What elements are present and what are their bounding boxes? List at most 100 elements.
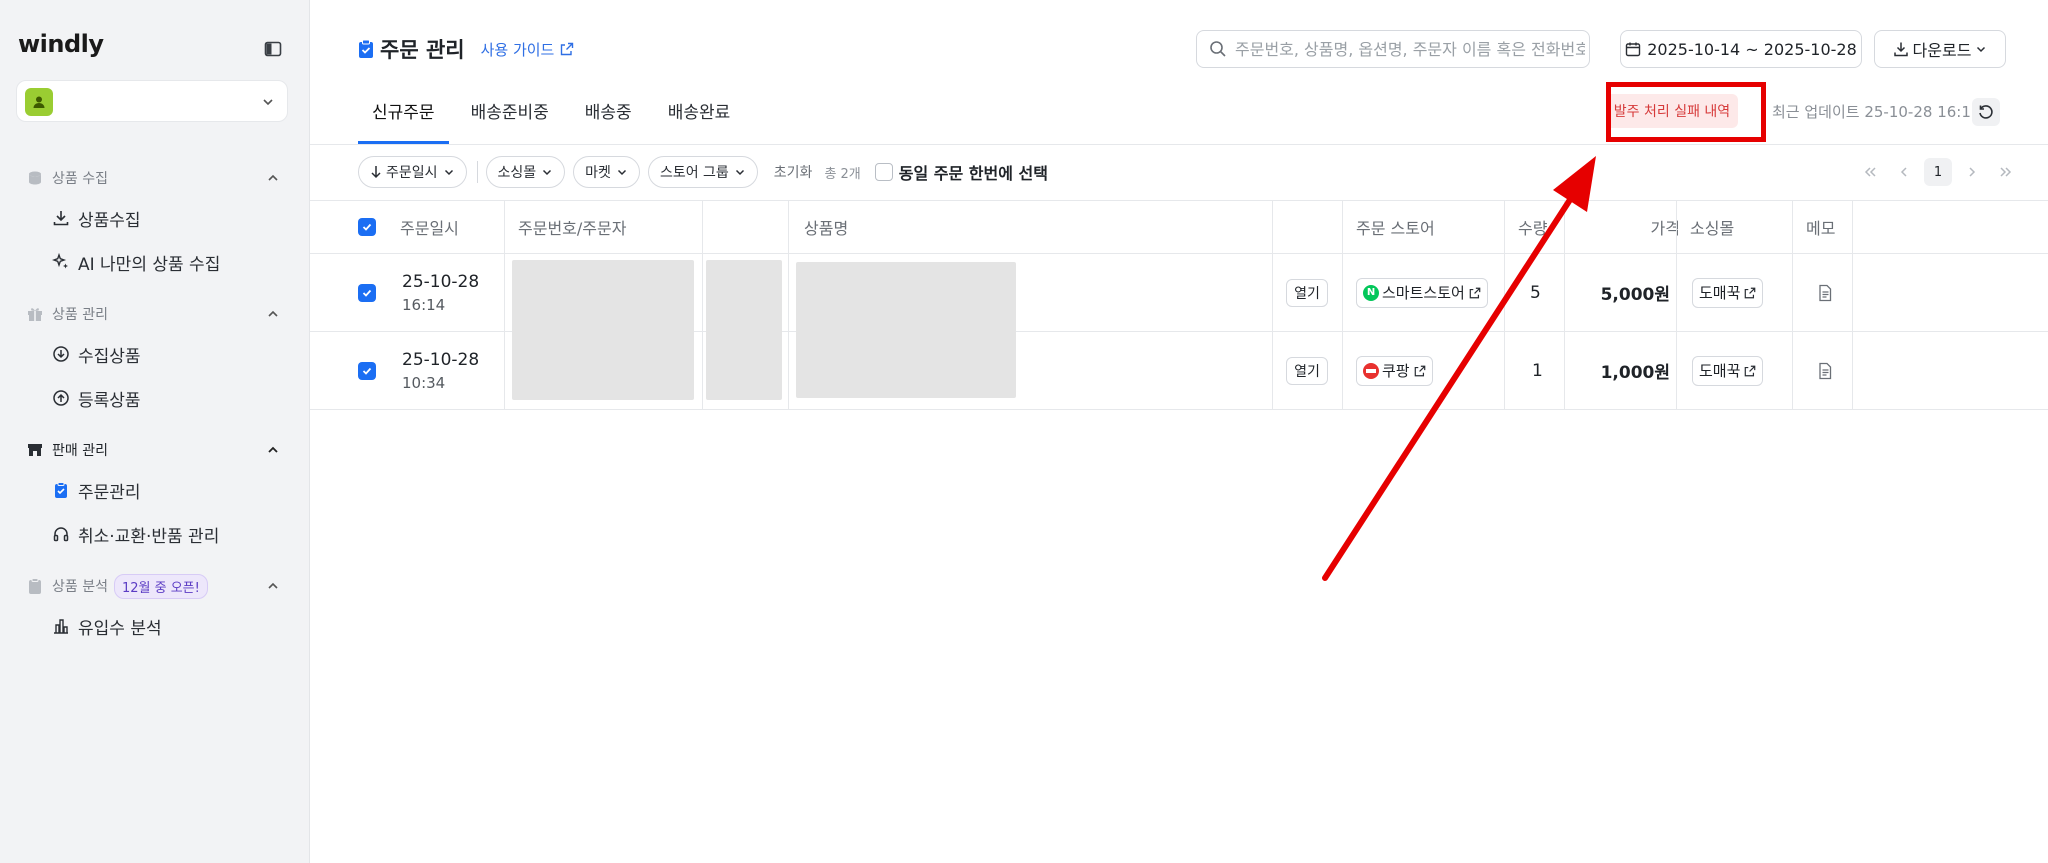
- same-order-label[interactable]: 동일 주문 한번에 선택: [899, 160, 1048, 184]
- group-header-product-collect[interactable]: 상품 수집: [0, 160, 310, 196]
- mall-name: 도매꾹: [1699, 284, 1741, 302]
- last-update-text: 최근 업데이트 25-10-28 16:15: [1772, 103, 1981, 121]
- sourcing-mall-link[interactable]: 도매꾹: [1692, 355, 1764, 386]
- select-all-checkbox[interactable]: [358, 218, 376, 236]
- sidebar-item-ai-collect[interactable]: AI 나만의 상품 수집: [0, 240, 310, 284]
- download-icon: [53, 211, 69, 226]
- col-divider: [1852, 254, 1853, 331]
- group-header-product-analytics[interactable]: 상품 분석 12월 중 오픈!: [0, 568, 310, 604]
- order-time: 10:34: [402, 373, 446, 392]
- row-checkbox[interactable]: [358, 361, 376, 380]
- group-header-product-manage[interactable]: 상품 관리: [0, 296, 310, 332]
- col-divider: [1792, 254, 1793, 331]
- col-divider: [1676, 201, 1677, 253]
- tabs-divider: [310, 144, 2048, 145]
- nav-group-sales-manage: 판매 관리 주문관리 취소·교환·반품 관리: [0, 432, 310, 556]
- download-button[interactable]: 다운로드: [1874, 30, 2006, 68]
- row-checkbox-cell: [358, 332, 376, 409]
- reset-filters-link[interactable]: 초기화: [774, 162, 813, 182]
- total-count: 총 2개: [824, 166, 861, 182]
- group-label: 상품 관리: [52, 307, 108, 323]
- tab-delivered[interactable]: 배송완료: [654, 92, 745, 144]
- headphones-icon: [53, 527, 69, 542]
- store-group-filter[interactable]: 스토어 그룹: [647, 156, 758, 188]
- chevron-down-icon: [1977, 46, 1986, 53]
- open-cell: 열기: [1286, 332, 1328, 409]
- group-label: 상품 수집: [52, 171, 108, 187]
- date-range-picker[interactable]: 2025-10-14 ~ 2025-10-28: [1620, 30, 1862, 68]
- store-link-smartstore[interactable]: N 스마트스토어: [1356, 277, 1488, 308]
- group-header-sales-manage[interactable]: 판매 관리: [0, 432, 310, 468]
- account-selector[interactable]: [16, 80, 288, 122]
- sidebar-item-label: 주문관리: [78, 482, 141, 503]
- external-link-icon: [1745, 365, 1756, 376]
- search-input[interactable]: [1235, 39, 1585, 59]
- download-icon: [1893, 42, 1908, 57]
- sidebar-item-registered-products[interactable]: 등록상품: [0, 376, 310, 420]
- next-page-button[interactable]: [1958, 158, 1986, 186]
- store-link-coupang[interactable]: 쿠팡: [1356, 355, 1433, 386]
- external-link-icon: [1745, 287, 1756, 298]
- app-logo[interactable]: windly: [18, 30, 104, 58]
- refresh-button[interactable]: [1972, 98, 2000, 126]
- sidebar-item-traffic-analysis[interactable]: 유입수 분석: [0, 604, 310, 648]
- quantity: 1: [1532, 360, 1543, 381]
- open-details-button[interactable]: 열기: [1286, 356, 1328, 385]
- col-divider: [1272, 332, 1273, 409]
- market-filter[interactable]: 마켓: [573, 156, 640, 188]
- clipboard-check-icon: [55, 482, 67, 498]
- sourcing-mall-filter[interactable]: 소싱몰: [485, 156, 566, 188]
- mall-cell: 도매꾹: [1692, 332, 1764, 409]
- chevrons-left-icon: [1864, 167, 1876, 177]
- col-divider: [702, 332, 703, 409]
- sidebar-item-returns-manage[interactable]: 취소·교환·반품 관리: [0, 512, 310, 556]
- usage-guide-link[interactable]: 사용 가이드: [481, 39, 575, 60]
- tab-preparing-shipment[interactable]: 배송준비중: [457, 92, 563, 144]
- order-date-cell: 25-10-28 10:34: [402, 332, 479, 409]
- col-divider: [504, 332, 505, 409]
- col-divider: [1342, 201, 1343, 253]
- prev-page-button[interactable]: [1890, 158, 1918, 186]
- col-order-date[interactable]: 주문일시: [400, 201, 459, 253]
- sidebar-item-product-collect[interactable]: 상품수집: [0, 196, 310, 240]
- filter-label: 스토어 그룹: [659, 165, 729, 181]
- col-divider: [788, 201, 789, 253]
- open-details-button[interactable]: 열기: [1286, 278, 1328, 307]
- table-row[interactable]: 25-10-28 16:14 열기 N 스마트스토어 5 5,000원 도매꾹: [310, 254, 2048, 400]
- col-divider: [1676, 254, 1677, 331]
- chevron-right-icon: [1969, 167, 1976, 177]
- check-icon: [362, 367, 372, 375]
- annotation-highlight-box: [1606, 82, 1766, 142]
- table-row[interactable]: 25-10-28 10:34 열기 쿠팡 1 1,000원 도매꾹: [310, 332, 2048, 410]
- clipboard-check-icon: [359, 39, 373, 58]
- sidebar-toggle-icon[interactable]: [264, 40, 282, 58]
- memo-document-icon[interactable]: [1816, 284, 1834, 302]
- same-order-checkbox[interactable]: [874, 163, 893, 181]
- quantity: 5: [1530, 282, 1541, 303]
- sourcing-mall-link[interactable]: 도매꾹: [1692, 277, 1764, 308]
- store-name: 스마트스토어: [1382, 284, 1465, 302]
- last-page-button[interactable]: [1992, 158, 2020, 186]
- chevron-down-icon: [263, 99, 273, 106]
- sidebar-item-collected-products[interactable]: 수집상품: [0, 332, 310, 376]
- chevron-down-icon: [617, 169, 626, 176]
- col-quantity: 수량: [1518, 219, 1548, 238]
- chevron-up-icon: [268, 446, 278, 453]
- memo-document-icon[interactable]: [1816, 362, 1834, 380]
- database-icon: [29, 171, 41, 185]
- coupang-icon: [1363, 362, 1379, 379]
- col-divider: [1342, 332, 1343, 409]
- tab-new-orders[interactable]: 신규주문: [358, 92, 449, 144]
- page-number-current[interactable]: 1: [1924, 158, 1952, 186]
- sort-order-date-dropdown[interactable]: 주문일시: [358, 156, 467, 188]
- first-page-button[interactable]: [1856, 158, 1884, 186]
- calendar-icon: [1626, 42, 1641, 57]
- col-divider: [1852, 332, 1853, 409]
- col-order-store: 주문 스토어: [1356, 219, 1435, 238]
- tab-in-transit[interactable]: 배송중: [571, 92, 646, 144]
- sidebar-item-order-manage[interactable]: 주문관리: [0, 468, 310, 512]
- row-checkbox[interactable]: [358, 283, 376, 302]
- col-divider: [1272, 201, 1273, 253]
- col-divider: [1504, 332, 1505, 409]
- gift-icon: [28, 308, 42, 321]
